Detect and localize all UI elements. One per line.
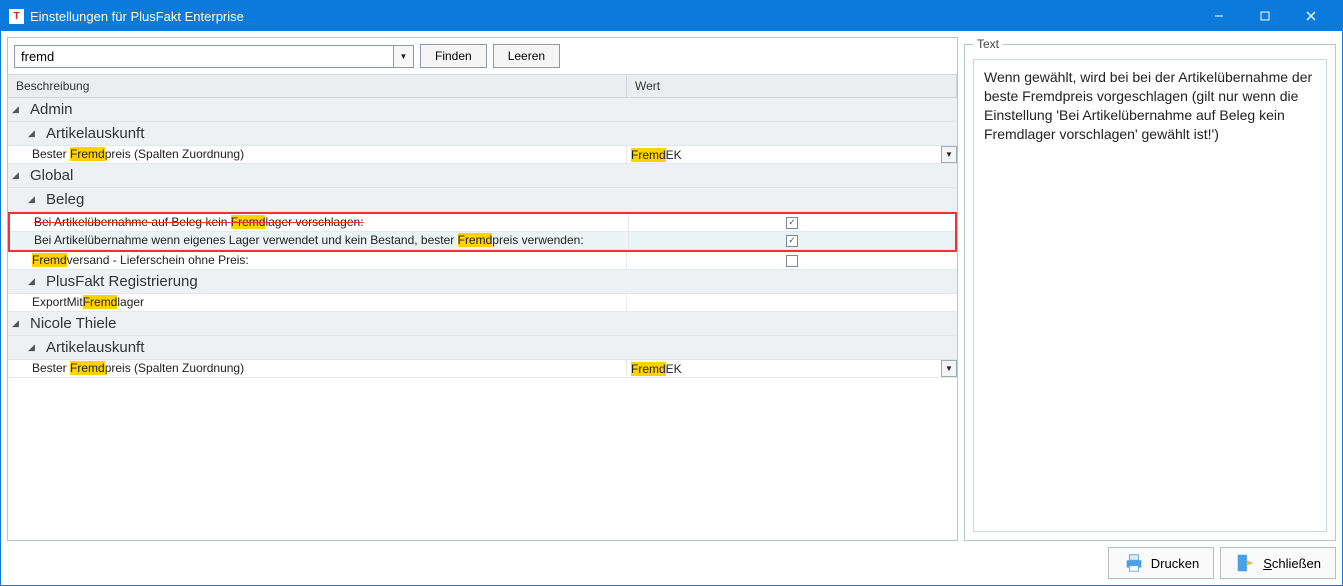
cell-wert[interactable]: FremdEK▼ xyxy=(627,146,957,163)
group-label: Nicole Thiele xyxy=(30,315,116,332)
search-input-wrap[interactable]: ▼ xyxy=(14,45,414,68)
settings-grid-panel: ▼ Finden Leeren Beschreibung Wert ◢ Admi… xyxy=(7,37,958,541)
cell-desc: Bester Fremdpreis (Spalten Zuordnung) xyxy=(8,360,627,377)
row-bester-fremdpreis-2[interactable]: Bester Fremdpreis (Spalten Zuordnung) Fr… xyxy=(8,360,957,378)
cell-wert[interactable] xyxy=(627,294,957,311)
close-label: Schließen xyxy=(1263,556,1321,571)
printer-icon xyxy=(1123,552,1145,574)
dropdown-icon[interactable]: ▼ xyxy=(941,146,957,163)
chevron-down-icon: ◢ xyxy=(28,194,42,205)
print-button[interactable]: Drucken xyxy=(1108,547,1214,579)
group-global[interactable]: ◢ Global xyxy=(8,164,957,188)
highlighted-group: Bei Artikelübernahme auf Beleg kein Frem… xyxy=(8,212,957,252)
group-artikelauskunft-2[interactable]: ◢ Artikelauskunft xyxy=(8,336,957,360)
exit-icon xyxy=(1235,552,1257,574)
window-title: Einstellungen für PlusFakt Enterprise xyxy=(30,9,244,24)
group-beleg[interactable]: ◢ Beleg xyxy=(8,188,957,212)
row-bester-fremdpreis-verwenden[interactable]: Bei Artikelübernahme wenn eigenes Lager … xyxy=(10,232,955,250)
cell-desc: Bei Artikelübernahme auf Beleg kein Frem… xyxy=(10,214,629,231)
search-input[interactable] xyxy=(15,46,393,67)
cell-wert[interactable]: FremdEK▼ xyxy=(627,360,957,377)
chevron-down-icon: ◢ xyxy=(28,342,42,353)
group-artikelauskunft-1[interactable]: ◢ Artikelauskunft xyxy=(8,122,957,146)
cell-desc: Bei Artikelübernahme wenn eigenes Lager … xyxy=(10,232,629,249)
cell-desc: Bester Fremdpreis (Spalten Zuordnung) xyxy=(8,146,627,163)
grid-header: Beschreibung Wert xyxy=(8,74,957,98)
cell-desc: ExportMitFremdlager xyxy=(8,294,627,311)
group-plusfakt-registrierung[interactable]: ◢ PlusFakt Registrierung xyxy=(8,270,957,294)
text-panel-legend: Text xyxy=(973,37,1003,51)
chevron-down-icon: ◢ xyxy=(28,128,42,139)
footer: Drucken Schließen xyxy=(1,541,1342,585)
column-header-wert[interactable]: Wert xyxy=(627,75,957,97)
description-text[interactable]: Wenn gewählt, wird bei bei der Artikelüb… xyxy=(973,59,1327,532)
group-label: Artikelauskunft xyxy=(46,339,144,356)
text-panel: Text Wenn gewählt, wird bei bei der Arti… xyxy=(964,37,1336,541)
search-bar: ▼ Finden Leeren xyxy=(8,38,957,74)
dropdown-icon[interactable]: ▼ xyxy=(941,360,957,377)
maximize-button[interactable] xyxy=(1242,1,1288,31)
chevron-down-icon: ◢ xyxy=(12,170,26,181)
close-button-footer[interactable]: Schließen xyxy=(1220,547,1336,579)
group-label: Admin xyxy=(30,101,73,118)
group-label: Beleg xyxy=(46,191,84,208)
group-label: Artikelauskunft xyxy=(46,125,144,142)
row-fremdversand[interactable]: Fremdversand - Lieferschein ohne Preis: xyxy=(8,252,957,270)
cell-wert[interactable] xyxy=(627,252,957,269)
cell-wert[interactable]: ✓ xyxy=(629,214,955,231)
print-label: Drucken xyxy=(1151,556,1199,571)
close-button[interactable] xyxy=(1288,1,1334,31)
row-exportmitfremdlager[interactable]: ExportMitFremdlager xyxy=(8,294,957,312)
group-label: PlusFakt Registrierung xyxy=(46,273,198,290)
column-header-desc[interactable]: Beschreibung xyxy=(8,75,627,97)
group-admin[interactable]: ◢ Admin xyxy=(8,98,957,122)
cell-desc: Fremdversand - Lieferschein ohne Preis: xyxy=(8,252,627,269)
search-dropdown-icon[interactable]: ▼ xyxy=(393,46,413,67)
chevron-down-icon: ◢ xyxy=(12,318,26,329)
group-label: Global xyxy=(30,167,73,184)
group-nicole-thiele[interactable]: ◢ Nicole Thiele xyxy=(8,312,957,336)
chevron-down-icon: ◢ xyxy=(12,104,26,115)
checkbox-checked-icon[interactable]: ✓ xyxy=(786,235,798,247)
clear-button[interactable]: Leeren xyxy=(493,44,560,68)
row-kein-fremdlager[interactable]: Bei Artikelübernahme auf Beleg kein Frem… xyxy=(10,214,955,232)
titlebar: T Einstellungen für PlusFakt Enterprise xyxy=(1,1,1342,31)
app-icon: T xyxy=(9,9,24,24)
cell-wert[interactable]: ✓ xyxy=(629,232,955,249)
minimize-button[interactable] xyxy=(1196,1,1242,31)
row-bester-fremdpreis-1[interactable]: Bester Fremdpreis (Spalten Zuordnung) Fr… xyxy=(8,146,957,164)
checkbox-unchecked-icon[interactable] xyxy=(786,255,798,267)
find-button[interactable]: Finden xyxy=(420,44,487,68)
chevron-down-icon: ◢ xyxy=(28,276,42,287)
checkbox-checked-icon[interactable]: ✓ xyxy=(786,217,798,229)
